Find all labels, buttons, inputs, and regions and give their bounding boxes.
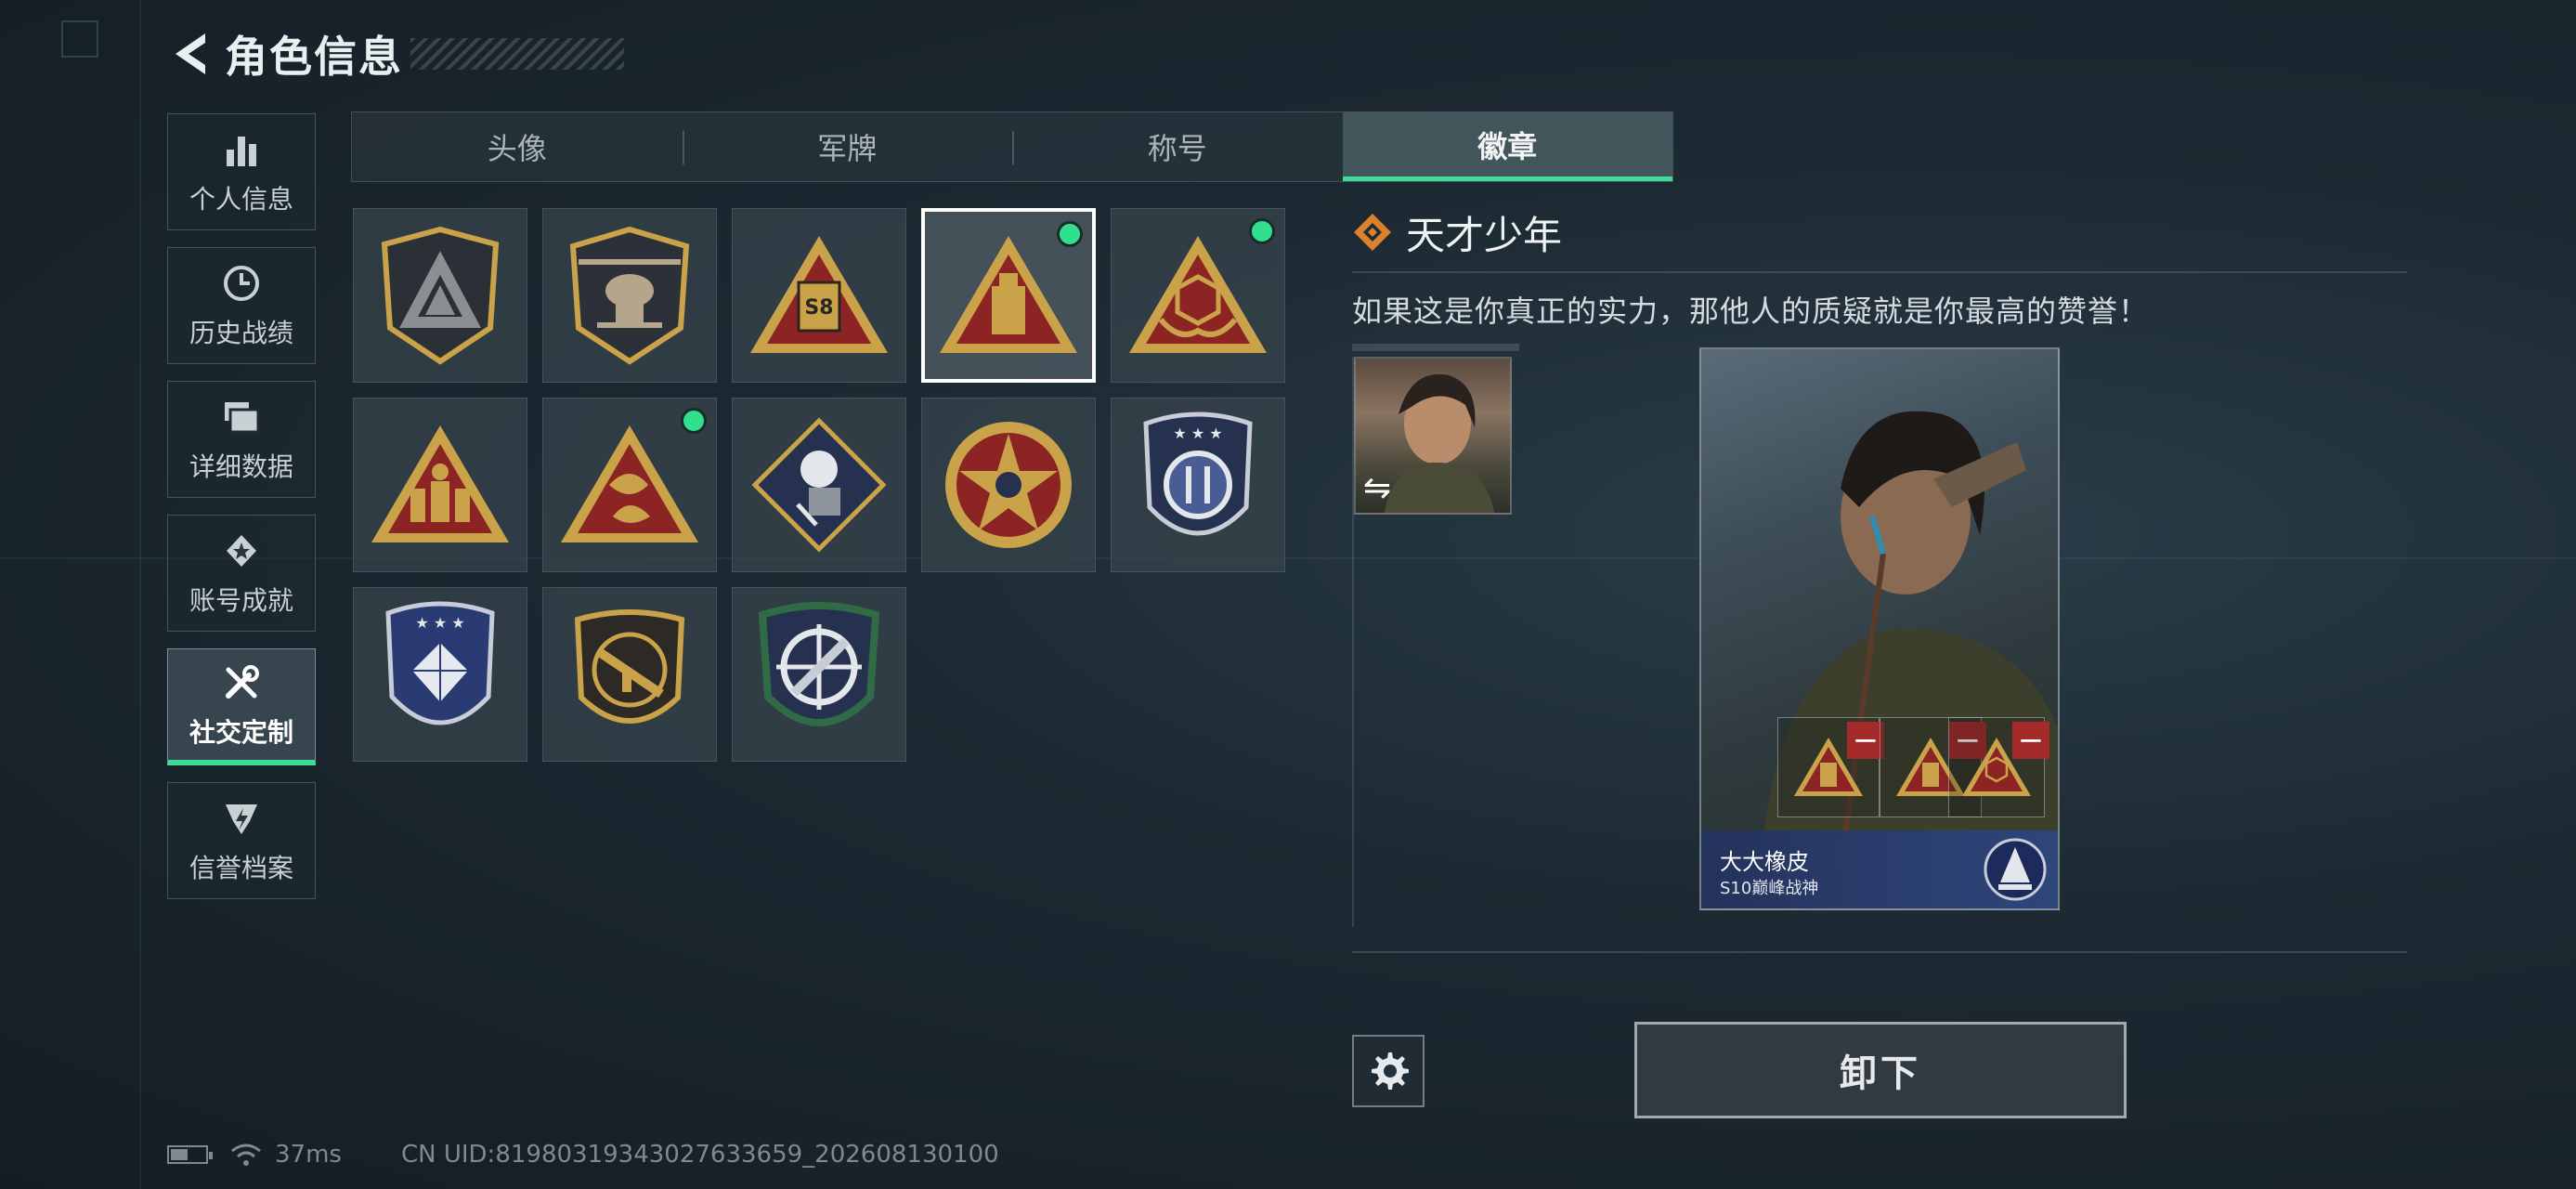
badge-item[interactable] xyxy=(921,398,1096,572)
badge-item[interactable] xyxy=(542,587,717,762)
nav-label: 信誉档案 xyxy=(189,853,293,883)
uid-text: CN UID:8198031934302763365​9_20260813010… xyxy=(400,1141,999,1169)
achievement-star-icon xyxy=(219,529,264,573)
back-button[interactable] xyxy=(165,26,212,82)
svg-text:★ ★ ★: ★ ★ ★ xyxy=(1173,425,1222,442)
tab-avatar[interactable]: 头像 xyxy=(352,112,683,181)
remove-badge-button[interactable]: − xyxy=(2012,722,2049,759)
player-card-preview: − − − 大大橡皮 S10巅峰战神 xyxy=(1699,347,2060,910)
gear-icon xyxy=(1372,1052,1409,1090)
diamond-rank-icon xyxy=(1354,214,1391,251)
unequip-button[interactable]: 卸下 xyxy=(1634,1022,2127,1118)
badge-item[interactable] xyxy=(353,208,527,383)
wifi-icon xyxy=(231,1143,261,1166)
status-bar: 37ms CN UID:8198031934302763365​9_202608… xyxy=(167,1141,999,1169)
swap-icon: ⇋ xyxy=(1363,469,1392,507)
rifle-shield-badge-icon xyxy=(574,609,685,724)
ping-value: 37ms xyxy=(275,1141,342,1169)
badge-description: 如果这是你真正的实力，那他人的质疑就是你最高的赞誉！ xyxy=(1352,294,2150,329)
unequip-label: 卸下 xyxy=(1840,1052,1921,1095)
player-rank: S10巅峰战神 xyxy=(1720,879,1819,898)
tab-badge[interactable]: 徽章 xyxy=(1342,112,1672,181)
badge-item[interactable] xyxy=(542,208,717,383)
nav-label: 详细数据 xyxy=(189,451,293,482)
nav-item-achievements[interactable]: 账号成就 xyxy=(167,515,316,632)
battery-icon xyxy=(167,1145,213,1164)
history-clock-icon xyxy=(219,261,264,306)
side-nav: 个人信息 历史战绩 详细数据 账号成就 社交定制 信誉档案 xyxy=(167,113,318,916)
nav-label: 个人信息 xyxy=(189,184,293,215)
s8-tower-badge-icon: S8 xyxy=(750,236,888,353)
divider xyxy=(1352,271,2407,273)
nav-label: 历史战绩 xyxy=(189,318,293,348)
diamond-wreath-badge-icon: ★ ★ ★ xyxy=(385,601,495,725)
settings-button[interactable] xyxy=(1352,1035,1425,1107)
tab-bar: 头像 军牌 称号 徽章 xyxy=(351,111,1673,182)
badge-item[interactable] xyxy=(732,398,906,572)
nav-item-detailed-data[interactable]: 详细数据 xyxy=(167,381,316,498)
page-title: 角色信息 xyxy=(225,32,403,82)
badge-item[interactable] xyxy=(542,398,717,572)
crosshair-knife-badge-icon xyxy=(758,602,880,726)
nav-item-match-history[interactable]: 历史战绩 xyxy=(167,247,316,364)
hands-dice-badge-icon xyxy=(1129,236,1267,353)
header: 角色信息 xyxy=(165,26,624,82)
credit-shield-icon xyxy=(219,796,264,841)
player-name: 大大橡皮 xyxy=(1720,849,1809,875)
fish-triangle-badge-icon xyxy=(561,425,698,542)
usb-triangle-badge-icon xyxy=(940,236,1077,353)
badge-item-selected[interactable] xyxy=(921,208,1096,383)
badge-grid: S8 ★ ★ ★ ★ ★ ★ xyxy=(353,208,1291,762)
badge-detail: 天才少年 如果这是你真正的实力，那他人的质疑就是你最高的赞誉！ xyxy=(1352,204,2407,351)
badge-item[interactable] xyxy=(1111,208,1285,383)
card-badge-slot-3: − xyxy=(1948,717,2049,817)
card-info-bar: 大大橡皮 S10巅峰战神 xyxy=(1701,830,2058,908)
blue-shield-badge-icon: ★ ★ ★ xyxy=(1143,412,1253,536)
nav-item-credit-file[interactable]: 信誉档案 xyxy=(167,782,316,899)
badge-item[interactable] xyxy=(353,398,527,572)
equipped-indicator xyxy=(1057,221,1083,247)
nav-label: 账号成就 xyxy=(189,585,293,616)
nav-item-personal-info[interactable]: 个人信息 xyxy=(167,113,316,230)
rose-fist-badge-icon xyxy=(751,417,887,553)
back-arrow-icon xyxy=(176,33,205,74)
badge-item[interactable] xyxy=(732,587,906,762)
badge-item[interactable]: ★ ★ ★ xyxy=(353,587,527,762)
description-underline xyxy=(1352,344,1519,351)
nav-label: 社交定制 xyxy=(189,716,293,748)
equipped-indicator xyxy=(1249,218,1275,244)
bg-line xyxy=(139,0,141,1189)
badge-name: 天才少年 xyxy=(1406,212,1563,258)
card-badge-slot-1: − xyxy=(1777,717,1884,817)
character-art xyxy=(1757,411,2058,908)
triangle-shield-badge-icon xyxy=(381,226,500,365)
svg-text:S8: S8 xyxy=(804,296,833,320)
divider xyxy=(1352,951,2407,953)
folder-data-icon xyxy=(219,395,264,439)
wrench-tools-icon xyxy=(219,660,264,705)
tab-dog-tag[interactable]: 军牌 xyxy=(682,112,1013,181)
avatar-swap[interactable]: ⇋ xyxy=(1354,357,1512,515)
star-round-badge-icon xyxy=(945,422,1072,548)
helicopter-badge-icon xyxy=(569,226,690,365)
nav-item-social-custom[interactable]: 社交定制 xyxy=(167,648,316,765)
remove-badge-button[interactable]: − xyxy=(1847,722,1884,759)
bg-corner xyxy=(61,20,98,58)
tab-title[interactable]: 称号 xyxy=(1012,112,1343,181)
bar-chart-icon xyxy=(219,127,264,172)
badge-item[interactable]: S8 xyxy=(732,208,906,383)
rank-emblem-icon xyxy=(1984,838,2047,901)
title-decoration xyxy=(410,38,624,70)
equipped-indicator xyxy=(681,408,707,434)
badge-item[interactable]: ★ ★ ★ xyxy=(1111,398,1285,572)
soldiers-triangle-badge-icon xyxy=(371,425,509,542)
svg-text:★ ★ ★: ★ ★ ★ xyxy=(415,614,464,632)
badge-title-row: 天才少年 xyxy=(1352,204,2407,260)
